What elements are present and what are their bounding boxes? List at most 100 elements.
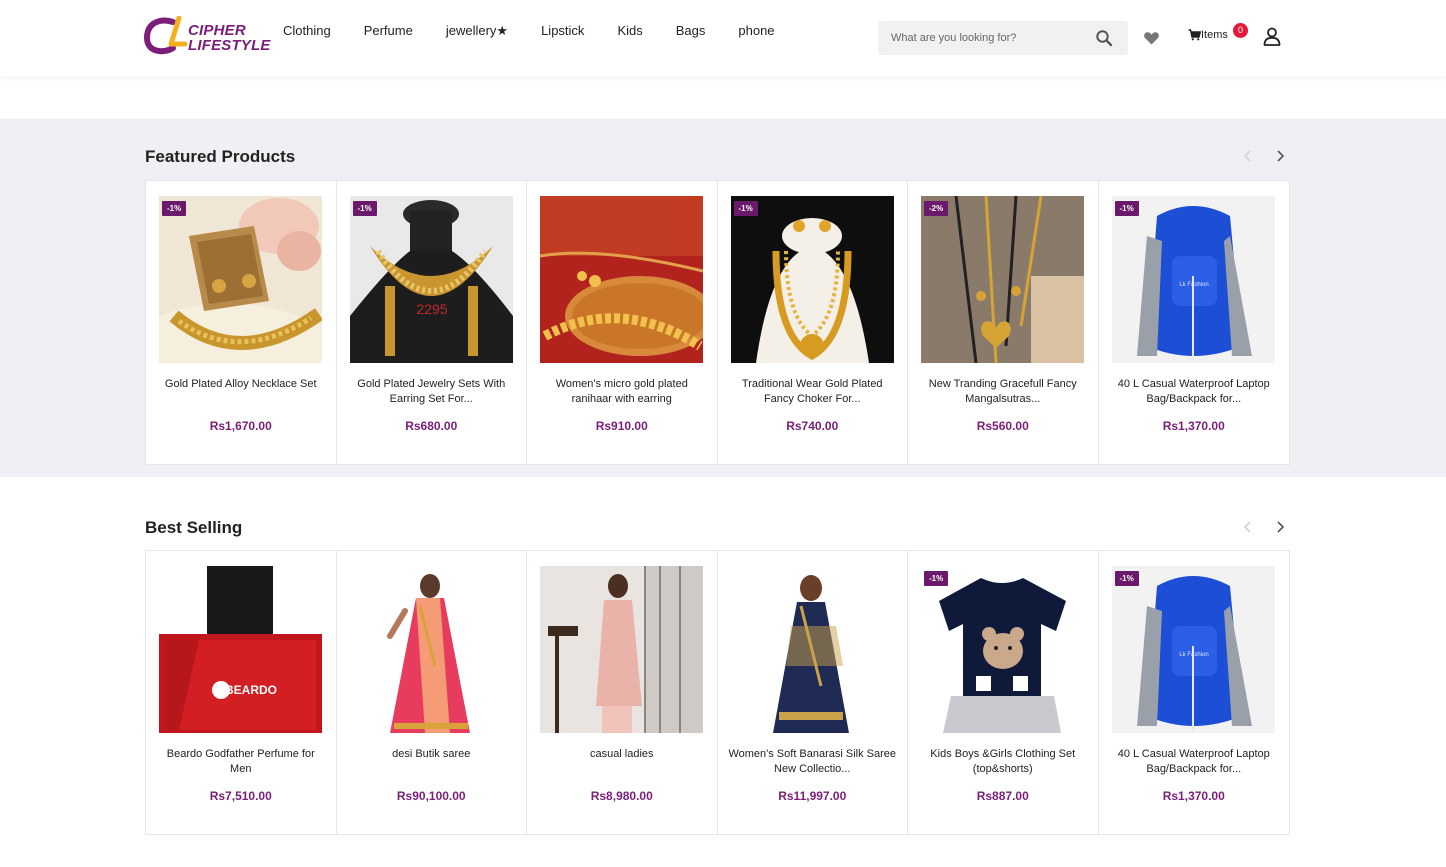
brand-line-2: LIFESTYLE <box>188 37 271 54</box>
product-card[interactable]: Lk Fashion -1% 40 L Casual Waterproof Lapt… <box>1099 181 1290 464</box>
featured-next-arrow-icon[interactable] <box>1273 149 1287 163</box>
product-price: Rs1,370.00 <box>1162 789 1225 803</box>
product-price: Rs887.00 <box>976 789 1029 803</box>
discount-badge: -2% <box>924 201 949 216</box>
product-price: Rs1,670.00 <box>209 419 272 433</box>
search-bar <box>878 21 1128 55</box>
product-price: Rs11,997.00 <box>778 789 847 803</box>
svg-text:BEARDO: BEARDO <box>225 683 277 697</box>
product-price: Rs8,980.00 <box>590 789 653 803</box>
product-card[interactable]: casual ladies Rs8,980.00 <box>527 551 718 834</box>
product-image-art: BEARDO <box>159 566 322 733</box>
product-card[interactable]: 2295 -1% Gold Plated Jewelry Sets With Ear… <box>337 181 527 464</box>
search-input[interactable] <box>878 21 1088 55</box>
cart-icon <box>1188 29 1201 41</box>
featured-product-grid: -1% Gold Plated Alloy Necklace Set Rs1,670… <box>145 180 1290 465</box>
brand-logo[interactable]: CIPHER LIFESTYLE <box>143 15 273 58</box>
discount-badge: -1% <box>1114 201 1139 216</box>
nav-clothing[interactable]: Clothing <box>283 23 331 39</box>
search-icon[interactable] <box>1095 29 1113 47</box>
best-selling-next-arrow-icon[interactable] <box>1273 520 1287 534</box>
main-nav: Clothing Perfume jewellery★ Lipstick Kid… <box>283 23 808 39</box>
nav-bags[interactable]: Bags <box>676 23 706 39</box>
product-image[interactable] <box>540 196 703 363</box>
product-name[interactable]: Kids Boys &Girls Clothing Set (top&short… <box>918 747 1088 777</box>
product-card[interactable]: -1% Kids Boys &Girls Clothing Set (top&sh… <box>908 551 1099 834</box>
cart-count-badge: 0 <box>1233 23 1248 38</box>
nav-kids[interactable]: Kids <box>617 23 642 39</box>
discount-badge: -1% <box>733 201 758 216</box>
discount-badge: -1% <box>1114 571 1139 586</box>
brand-line-1: CIPHER <box>188 22 246 39</box>
nav-perfume[interactable]: Perfume <box>364 23 413 39</box>
wishlist-heart-icon[interactable] <box>1143 30 1160 46</box>
product-card[interactable]: -1% Traditional Wear Gold Plated Fancy Ch… <box>718 181 908 464</box>
product-image[interactable]: Lk Fashion -1% <box>1111 196 1275 363</box>
product-image-art <box>540 196 703 363</box>
product-image[interactable] <box>540 566 703 733</box>
product-name[interactable]: casual ladies <box>537 747 707 762</box>
product-price: Rs910.00 <box>595 419 648 433</box>
product-image-art: 2295 <box>349 196 513 363</box>
svg-text:2295: 2295 <box>416 301 447 317</box>
user-account-icon[interactable] <box>1263 27 1281 46</box>
product-card[interactable]: -1% Gold Plated Alloy Necklace Set Rs1,670… <box>146 181 337 464</box>
discount-badge: -1% <box>924 571 949 586</box>
product-price: Rs740.00 <box>786 419 839 433</box>
site-header: CIPHER LIFESTYLE Clothing Perfume jewell… <box>0 0 1446 76</box>
product-name[interactable]: Traditional Wear Gold Plated Fancy Choke… <box>728 377 898 407</box>
product-image-art: Lk Fashion <box>1111 566 1275 733</box>
product-image[interactable]: -1% <box>921 566 1084 733</box>
product-card[interactable]: Lk Fashion -1% 40 L Casual Waterproof Lapt… <box>1099 551 1290 834</box>
product-price: Rs1,370.00 <box>1162 419 1225 433</box>
product-name[interactable]: New Tranding Gracefull Fancy Mangalsutra… <box>918 377 1088 407</box>
product-card[interactable]: desi Butik saree Rs90,100.00 <box>337 551 527 834</box>
product-image-art <box>921 566 1084 733</box>
best-selling-product-grid: BEARDO Beardo Godfather Perfume for Men Rs… <box>145 550 1290 835</box>
product-price: Rs90,100.00 <box>396 789 466 803</box>
product-name[interactable]: Women's Soft Banarasi Silk Saree New Col… <box>728 747 898 777</box>
product-card[interactable]: -2% New Tranding Gracefull Fancy Mangalsu… <box>908 181 1099 464</box>
cart-button[interactable]: Items <box>1188 29 1228 41</box>
product-image-art <box>540 566 703 733</box>
product-name[interactable]: 40 L Casual Waterproof Laptop Bag/Backpa… <box>1109 747 1280 777</box>
product-image-art <box>730 196 894 363</box>
product-name[interactable]: Beardo Godfather Perfume for Men <box>156 747 326 777</box>
product-image[interactable]: -1% <box>159 196 322 363</box>
product-price: Rs7,510.00 <box>209 789 272 803</box>
svg-text:Lk Fashion: Lk Fashion <box>1179 282 1208 288</box>
product-price: Rs680.00 <box>405 419 458 433</box>
product-image[interactable]: BEARDO <box>159 566 322 733</box>
product-name[interactable]: Gold Plated Jewelry Sets With Earring Se… <box>347 377 517 407</box>
product-card[interactable]: Women's micro gold plated ranihaar with … <box>527 181 718 464</box>
product-image[interactable]: -2% <box>921 196 1084 363</box>
product-image-art: Lk Fashion <box>1111 196 1275 363</box>
svg-text:Lk Fashion: Lk Fashion <box>1179 652 1208 658</box>
product-image-art <box>921 196 1084 363</box>
product-image[interactable] <box>730 566 894 733</box>
logo-mark-icon <box>143 15 188 55</box>
product-image-art <box>730 566 894 733</box>
product-price: Rs560.00 <box>976 419 1029 433</box>
best-selling-section-title: Best Selling <box>145 518 243 537</box>
product-name[interactable]: Women's micro gold plated ranihaar with … <box>537 377 707 407</box>
featured-prev-arrow-icon[interactable] <box>1241 149 1255 163</box>
best-selling-prev-arrow-icon[interactable] <box>1241 520 1255 534</box>
nav-jewellery[interactable]: jewellery★ <box>446 23 508 39</box>
featured-section-title: Featured Products <box>145 147 296 166</box>
product-image[interactable]: 2295 -1% <box>349 196 513 363</box>
product-image[interactable]: -1% <box>730 196 894 363</box>
cart-label: Items <box>1201 29 1228 41</box>
product-name[interactable]: desi Butik saree <box>347 747 517 762</box>
product-card[interactable]: BEARDO Beardo Godfather Perfume for Men Rs… <box>146 551 337 834</box>
product-name[interactable]: Gold Plated Alloy Necklace Set <box>156 377 326 392</box>
nav-lipstick[interactable]: Lipstick <box>541 23 584 39</box>
discount-badge: -1% <box>352 201 377 216</box>
product-name[interactable]: 40 L Casual Waterproof Laptop Bag/Backpa… <box>1109 377 1280 407</box>
product-card[interactable]: Women's Soft Banarasi Silk Saree New Col… <box>718 551 908 834</box>
product-image[interactable]: Lk Fashion -1% <box>1111 566 1275 733</box>
product-image-art <box>159 196 322 363</box>
nav-phone[interactable]: phone <box>738 23 774 39</box>
product-image[interactable] <box>349 566 513 733</box>
discount-badge: -1% <box>162 201 187 216</box>
